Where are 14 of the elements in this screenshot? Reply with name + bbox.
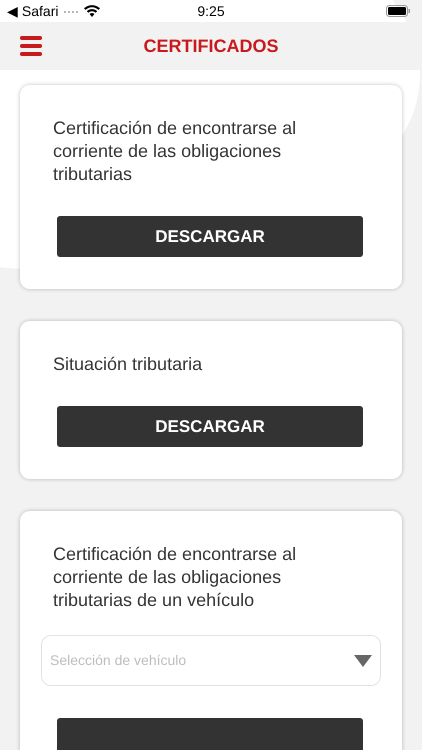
page-title: CERTIFICADOS xyxy=(144,34,278,58)
menu-icon[interactable] xyxy=(20,36,42,56)
signal-icon xyxy=(64,9,78,13)
dropdown-caret-icon xyxy=(354,654,372,666)
clock-time: 9:25 xyxy=(197,2,225,20)
select-placeholder: Selección de vehículo xyxy=(50,651,186,670)
certificate-title: Certificación de encontrarse al corriente de las obligaciones tributarias xyxy=(53,117,298,186)
wifi-icon xyxy=(84,5,100,17)
battery-icon xyxy=(386,5,411,17)
certificate-title: Situación tributaria xyxy=(53,353,204,376)
back-app-label[interactable]: ◀ Safari xyxy=(7,0,58,22)
certificate-title: Certificación de encontrarse al corriente de las obligaciones tributarias de un vehículo xyxy=(53,543,298,612)
download-button[interactable]: DESCARGAR xyxy=(57,406,363,447)
download-button[interactable]: DESCARGAR xyxy=(57,216,363,257)
